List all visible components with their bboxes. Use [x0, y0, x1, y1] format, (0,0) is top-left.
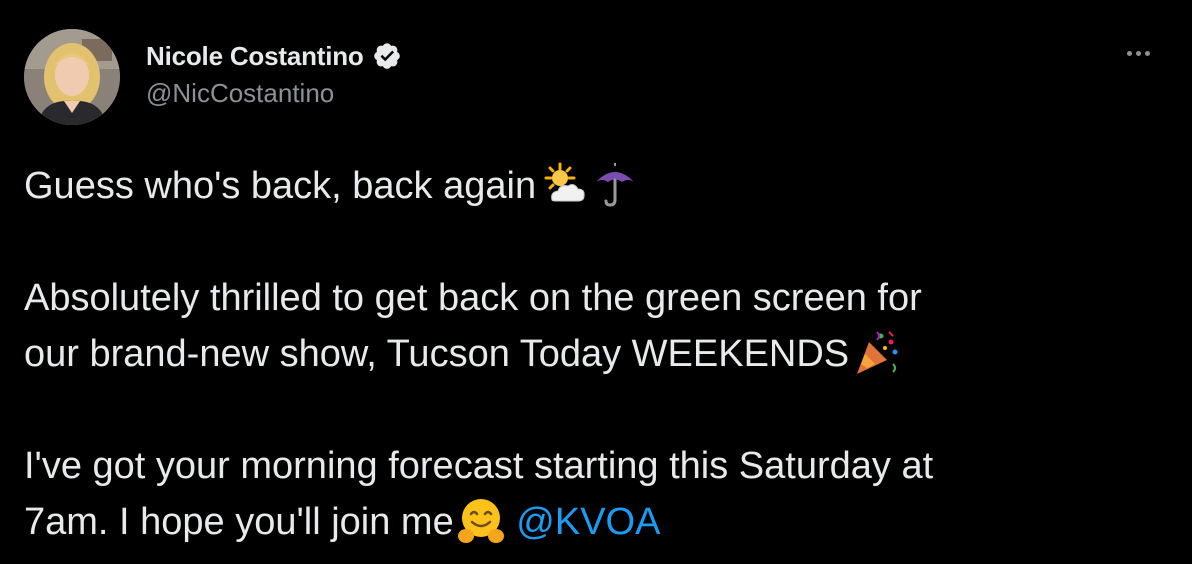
party-popper-icon: [857, 331, 898, 374]
tweet-text-line: our brand-new show, Tucson Today WEEKEND…: [24, 333, 850, 375]
avatar-photo-icon: [24, 29, 120, 125]
more-options-button[interactable]: [1118, 38, 1158, 68]
tweet-line: our brand-new show, Tucson Today WEEKEND…: [24, 326, 1174, 382]
tweet-text: Guess who's back, back again Absolutely …: [24, 158, 1174, 550]
tweet-text-line: Absolutely thrilled to get back on the g…: [24, 277, 922, 319]
tweet-line: 7am. I hope you'll join me @KVOA: [24, 494, 1174, 550]
tweet-line: Guess who's back, back again: [24, 158, 1174, 214]
sun-behind-cloud-icon: [544, 162, 585, 202]
tweet-text-line: I've got your morning forecast starting …: [24, 445, 934, 487]
mention-link[interactable]: @KVOA: [516, 501, 660, 543]
avatar[interactable]: [24, 29, 120, 125]
author-name-row[interactable]: Nicole Costantino: [146, 39, 402, 73]
tweet-line: I've got your morning forecast starting …: [24, 438, 1174, 494]
display-name[interactable]: Nicole Costantino: [146, 41, 364, 72]
umbrella-icon: [596, 163, 635, 207]
verified-badge-icon: [373, 43, 400, 69]
tweet-card: Nicole Costantino @NicCostantino Guess w…: [0, 0, 1192, 564]
hugging-face-icon: [457, 499, 504, 543]
tweet-line: Absolutely thrilled to get back on the g…: [24, 270, 1174, 326]
author-handle[interactable]: @NicCostantino: [146, 78, 334, 109]
more-dot-icon: [1144, 50, 1150, 56]
tweet-text-line: Guess who's back, back again: [24, 165, 537, 207]
tweet-text-line: 7am. I hope you'll join me: [24, 501, 454, 543]
more-dot-icon: [1126, 50, 1132, 56]
more-dot-icon: [1135, 50, 1141, 56]
